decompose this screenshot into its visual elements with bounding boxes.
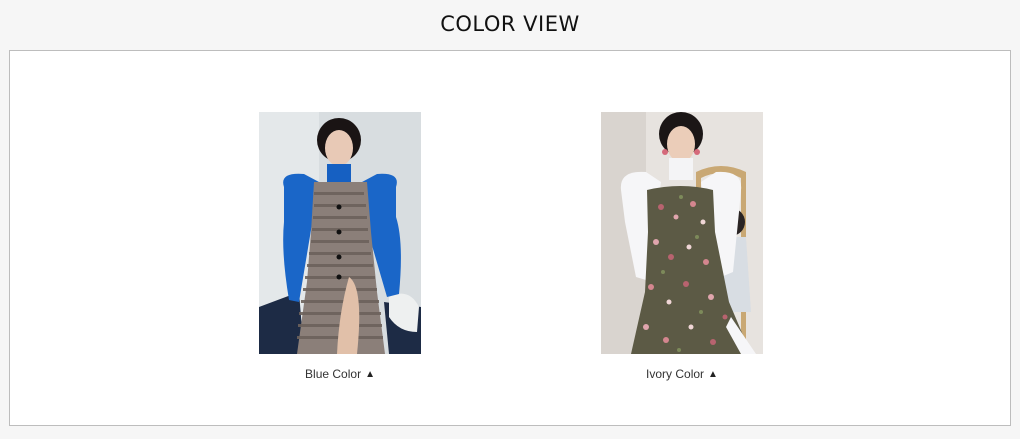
triangle-up-icon: ▲ bbox=[708, 369, 718, 380]
product-photo-blue[interactable] bbox=[259, 112, 421, 354]
color-view-frame: Blue Color ▲ Ivory Color ▲ bbox=[9, 50, 1011, 426]
color-label-ivory[interactable]: Ivory Color bbox=[646, 367, 704, 381]
color-caption-ivory[interactable]: Ivory Color ▲ bbox=[601, 367, 763, 381]
color-caption-blue[interactable]: Blue Color ▲ bbox=[259, 367, 421, 381]
color-view-section: COLOR VIEW Blue Color ▲ Ivory Color ▲ bbox=[0, 0, 1020, 439]
section-title: COLOR VIEW bbox=[440, 12, 580, 36]
triangle-up-icon: ▲ bbox=[365, 369, 375, 380]
color-label-blue[interactable]: Blue Color bbox=[305, 367, 361, 381]
color-card-blue[interactable]: Blue Color ▲ bbox=[259, 112, 421, 381]
product-photo-ivory[interactable] bbox=[601, 112, 763, 354]
color-card-ivory[interactable]: Ivory Color ▲ bbox=[601, 112, 763, 381]
